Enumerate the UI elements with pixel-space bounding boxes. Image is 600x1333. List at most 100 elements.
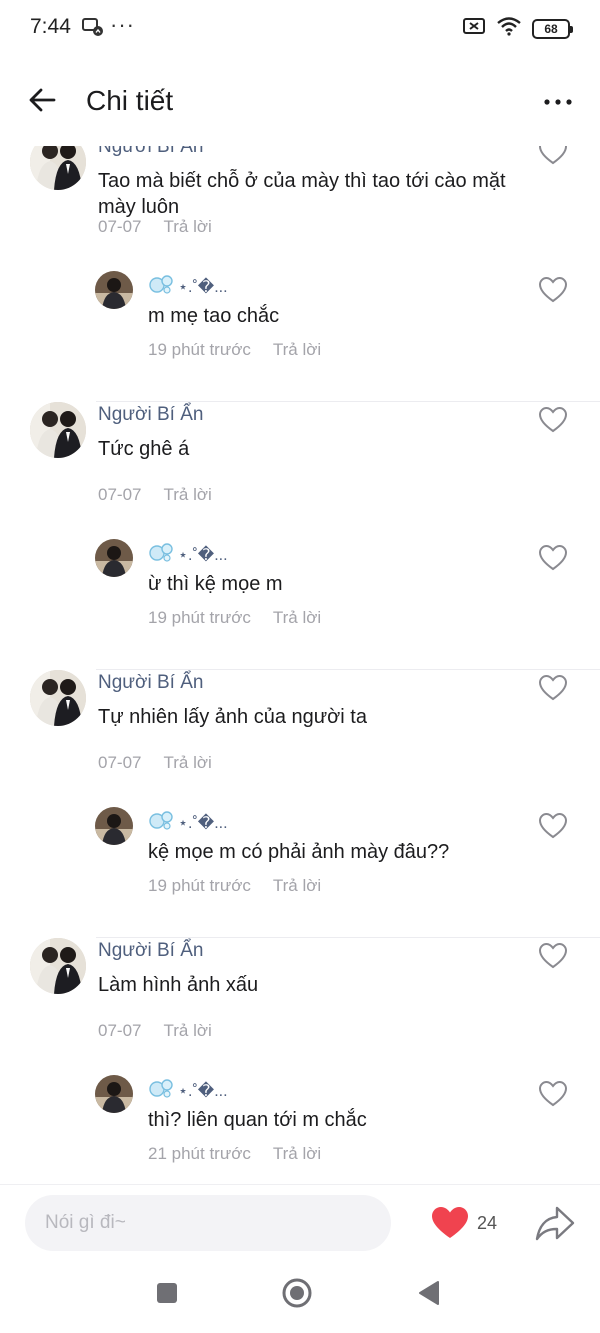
reply-reply-button[interactable]: Trả lời: [273, 876, 321, 895]
reply-author[interactable]: ⋆.˚�...: [148, 273, 228, 300]
system-nav-bar: [0, 1262, 600, 1333]
comment-thread: Người Bí Ẩn Làm hình ảnh xấu 07-07 Trả lờ…: [0, 938, 600, 1184]
messenger-icon: [82, 17, 104, 37]
reply-like-button[interactable]: [538, 812, 568, 840]
reply-meta: 21 phút trước Trả lời: [148, 1144, 321, 1164]
app-header: Chi tiết: [0, 56, 600, 146]
heart-outline-icon: [538, 674, 568, 706]
reply-avatar[interactable]: [95, 539, 133, 577]
comment-text: Tao mà biết chỗ ở của mày thì tao tới cà…: [98, 170, 506, 218]
reply-text: thì? liên quan tới m chắc: [148, 1109, 367, 1131]
recents-button[interactable]: [149, 1277, 185, 1313]
status-bar: 7:44 ··· 68: [0, 0, 600, 56]
heart-outline-icon: [538, 544, 568, 576]
more-horizontal-icon: [543, 93, 573, 111]
comment-author[interactable]: Người Bí Ẩn: [98, 404, 203, 426]
status-time: 7:44: [30, 15, 71, 38]
comment-date: 07-07: [98, 1021, 142, 1040]
reply-author-glyphs: ⋆.˚�...: [178, 814, 228, 832]
status-more-dots: ···: [110, 12, 135, 37]
heart-outline-icon: [538, 942, 568, 974]
reply-author[interactable]: ⋆.˚�...: [148, 541, 228, 568]
reply-meta: 19 phút trước Trả lời: [148, 608, 321, 628]
recents-square-icon: [155, 1281, 179, 1310]
reply-author[interactable]: ⋆.˚�...: [148, 1077, 228, 1104]
reply-avatar[interactable]: [95, 271, 133, 309]
back-triangle-icon: [416, 1280, 440, 1311]
screen-cast-off-icon: [462, 16, 486, 41]
comment-text: Làm hình ảnh xấu: [98, 974, 259, 996]
commenter-avatar[interactable]: [30, 938, 86, 994]
bubbles-icon: [148, 541, 174, 568]
heart-outline-icon: [538, 812, 568, 844]
comment-text: Tự nhiên lấy ảnh của người ta: [98, 706, 367, 728]
battery-icon: 68: [532, 18, 573, 39]
reply-meta: 19 phút trước Trả lời: [148, 340, 321, 360]
commenter-avatar[interactable]: [30, 146, 86, 190]
comment-date: 07-07: [98, 217, 142, 236]
comment-reply-button[interactable]: Trả lời: [163, 753, 211, 772]
reply-like-button[interactable]: [538, 276, 568, 304]
reply-time: 19 phút trước: [148, 340, 251, 359]
reply-reply-button[interactable]: Trả lời: [273, 340, 321, 359]
comment-date: 07-07: [98, 753, 142, 772]
heart-outline-icon: [538, 1080, 568, 1112]
comments-list[interactable]: Người Bí Ẩn Tao mà biết chỗ ở của mày th…: [0, 146, 600, 1184]
comment-thread: Người Bí Ẩn Tự nhiên lấy ảnh của người t…: [0, 670, 600, 938]
comment-date: 07-07: [98, 485, 142, 504]
reply-author-glyphs: ⋆.˚�...: [178, 546, 228, 564]
reply-reply-button[interactable]: Trả lời: [273, 608, 321, 627]
home-button[interactable]: [279, 1277, 315, 1313]
heart-outline-icon: [538, 146, 568, 170]
comment-input[interactable]: [25, 1195, 391, 1251]
bubbles-icon: [148, 809, 174, 836]
bubbles-icon: [148, 273, 174, 300]
reply-avatar[interactable]: [95, 807, 133, 845]
comment-meta: 07-07 Trả lời: [98, 753, 212, 773]
page-title: Chi tiết: [86, 85, 174, 116]
like-post-button[interactable]: [431, 1206, 469, 1240]
back-button[interactable]: [24, 84, 60, 120]
comment-reply-button[interactable]: Trả lời: [163, 485, 211, 504]
heart-outline-icon: [538, 406, 568, 438]
comment-meta: 07-07 Trả lời: [98, 1021, 212, 1041]
reply-time: 19 phút trước: [148, 876, 251, 895]
reply-author-glyphs: ⋆.˚�...: [178, 1082, 228, 1100]
wifi-icon: [496, 16, 522, 41]
comment-reply-button[interactable]: Trả lời: [163, 217, 211, 236]
share-button[interactable]: [535, 1205, 575, 1243]
comment-thread: Người Bí Ẩn Tức ghê á 07-07 Trả lời ⋆.˚�…: [0, 402, 600, 670]
comment-meta: 07-07 Trả lời: [98, 485, 212, 505]
heart-filled-icon: [431, 1207, 469, 1244]
comment-like-button[interactable]: [538, 674, 568, 702]
bubbles-icon: [148, 1077, 174, 1104]
reply-avatar[interactable]: [95, 1075, 133, 1113]
comment-author[interactable]: Người Bí Ẩn: [98, 940, 203, 962]
commenter-avatar[interactable]: [30, 670, 86, 726]
reply-author-glyphs: ⋆.˚�...: [178, 278, 228, 296]
comment-like-button[interactable]: [538, 146, 568, 166]
comment-like-button[interactable]: [538, 406, 568, 434]
reply-time: 19 phút trước: [148, 608, 251, 627]
reply-meta: 19 phút trước Trả lời: [148, 876, 321, 896]
reply-text: ừ thì kệ mọe m: [148, 573, 283, 595]
comment-author[interactable]: Người Bí Ẩn: [98, 672, 203, 694]
comment-meta: 07-07 Trả lời: [98, 217, 212, 237]
commenter-avatar[interactable]: [30, 402, 86, 458]
comment-thread: Người Bí Ẩn Tao mà biết chỗ ở của mày th…: [0, 146, 600, 402]
home-circle-icon: [281, 1277, 313, 1314]
comment-reply-button[interactable]: Trả lời: [163, 1021, 211, 1040]
reply-text: m mẹ tao chắc: [148, 305, 280, 327]
comment-like-button[interactable]: [538, 942, 568, 970]
bottom-comment-bar: 24: [0, 1184, 600, 1262]
arrow-left-icon: [28, 87, 56, 118]
reply-text: kệ mọe m có phải ảnh mày đâu??: [148, 841, 450, 863]
comment-author[interactable]: Người Bí Ẩn: [98, 146, 203, 158]
more-options-button[interactable]: [538, 84, 578, 120]
system-back-button[interactable]: [410, 1277, 446, 1313]
reply-reply-button[interactable]: Trả lời: [273, 1144, 321, 1163]
reply-author[interactable]: ⋆.˚�...: [148, 809, 228, 836]
reply-like-button[interactable]: [538, 1080, 568, 1108]
reply-like-button[interactable]: [538, 544, 568, 572]
like-count: 24: [477, 1213, 498, 1233]
